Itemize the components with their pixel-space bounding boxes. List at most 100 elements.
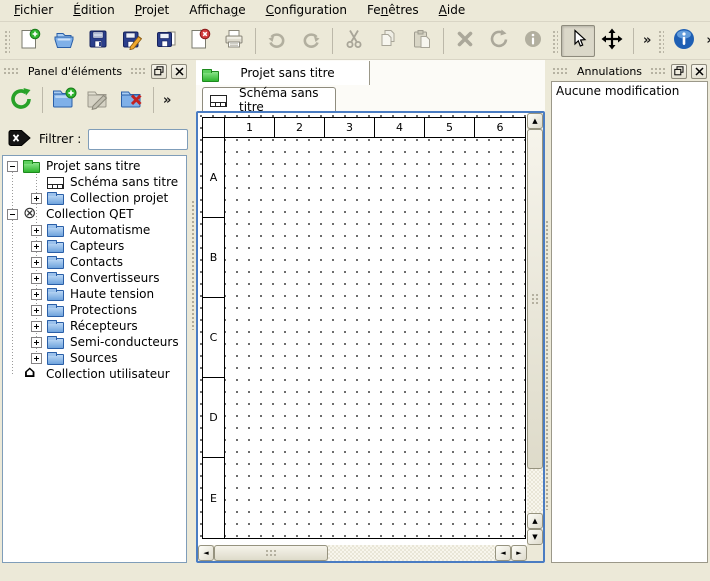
filter-input[interactable] bbox=[88, 129, 188, 150]
menu-item[interactable]: Fenêtres bbox=[357, 0, 429, 21]
dock-float-button[interactable] bbox=[671, 64, 687, 79]
toolbar-overflow-button[interactable]: » bbox=[638, 33, 656, 48]
tree-item[interactable]: Schéma sans titre bbox=[3, 174, 186, 190]
panel-toolbar-overflow-button[interactable]: » bbox=[158, 93, 176, 108]
clear-filter-button[interactable] bbox=[7, 129, 32, 150]
scroll-up-button[interactable]: ▲ bbox=[527, 513, 543, 529]
filter-label: Filtrer : bbox=[39, 132, 81, 146]
scroll-down-button[interactable]: ▼ bbox=[527, 529, 543, 545]
toolbar-drag-handle[interactable] bbox=[3, 29, 10, 53]
dock-drag-texture[interactable] bbox=[552, 67, 569, 75]
undo-list-item[interactable]: Aucune modification bbox=[552, 82, 707, 100]
left-splitter[interactable] bbox=[189, 60, 196, 563]
toolbar-separator bbox=[255, 28, 256, 54]
menu-item[interactable]: Projet bbox=[125, 0, 179, 21]
toolbar-drag-handle[interactable] bbox=[657, 29, 664, 53]
reload-collections-button[interactable] bbox=[4, 83, 38, 117]
dock-close-button[interactable] bbox=[171, 64, 187, 79]
tree-item[interactable]: Collection utilisateur bbox=[3, 366, 186, 382]
redo-button[interactable] bbox=[294, 25, 328, 57]
scroll-left-button[interactable]: ◄ bbox=[198, 545, 214, 561]
scroll-up-button[interactable]: ▲ bbox=[527, 113, 543, 129]
dock-drag-texture[interactable] bbox=[130, 67, 147, 75]
save-as-button[interactable] bbox=[115, 25, 149, 57]
tree-expand-toggle[interactable] bbox=[31, 241, 42, 252]
dock-float-button[interactable] bbox=[151, 64, 167, 79]
copy-icon bbox=[377, 28, 399, 53]
vertical-scrollbar[interactable]: ▲ ▲ ▼ bbox=[527, 113, 543, 545]
scroll-left-button[interactable]: ◄ bbox=[495, 545, 511, 561]
tree-expand-toggle[interactable] bbox=[31, 337, 42, 348]
tree-expand-toggle[interactable] bbox=[31, 193, 42, 204]
tree-item[interactable]: Projet sans titre bbox=[3, 158, 186, 174]
vertical-scroll-thumb[interactable] bbox=[527, 129, 543, 469]
tree-item[interactable]: Protections bbox=[3, 302, 186, 318]
menu-item[interactable]: Aide bbox=[429, 0, 476, 21]
tree-expand-toggle[interactable] bbox=[31, 225, 42, 236]
elements-panel-title: Panel d'éléments bbox=[24, 65, 126, 78]
tree-item[interactable]: Semi-conducteurs bbox=[3, 334, 186, 350]
redo-icon bbox=[300, 28, 322, 53]
rotate-button[interactable] bbox=[482, 25, 516, 57]
print-button[interactable] bbox=[217, 25, 251, 57]
horizontal-scroll-thumb[interactable] bbox=[214, 545, 328, 561]
undo-button[interactable] bbox=[260, 25, 294, 57]
toolbar-overflow-button[interactable]: » bbox=[701, 33, 710, 48]
save-icon bbox=[87, 28, 109, 53]
horizontal-scrollbar[interactable]: ◄ ◄ ► bbox=[198, 545, 527, 561]
close-document-button[interactable] bbox=[183, 25, 217, 57]
dock-close-button[interactable] bbox=[691, 64, 707, 79]
tree-item[interactable]: Convertisseurs bbox=[3, 270, 186, 286]
toolbar-drag-handle[interactable] bbox=[551, 29, 558, 53]
tree-expand-toggle[interactable] bbox=[31, 289, 42, 300]
tree-expand-toggle[interactable] bbox=[7, 161, 18, 172]
delete-button[interactable] bbox=[448, 25, 482, 57]
cut-button[interactable] bbox=[337, 25, 371, 57]
schema-icon bbox=[210, 95, 227, 107]
tree-item-label: Protections bbox=[70, 303, 137, 317]
tree-item[interactable]: Collection QET bbox=[3, 206, 186, 222]
select-pointer-button[interactable] bbox=[561, 25, 595, 57]
close-icon bbox=[695, 67, 704, 76]
edit-category-button[interactable] bbox=[81, 83, 115, 117]
tree-item-label: Projet sans titre bbox=[46, 159, 140, 173]
menu-item[interactable]: Édition bbox=[63, 0, 125, 21]
tree-item[interactable]: Automatisme bbox=[3, 222, 186, 238]
open-document-button[interactable] bbox=[47, 25, 81, 57]
new-document-button[interactable] bbox=[13, 25, 47, 57]
save-all-button[interactable] bbox=[149, 25, 183, 57]
paper-interior[interactable] bbox=[225, 138, 525, 538]
tree-item[interactable]: Contacts bbox=[3, 254, 186, 270]
tree-expand-toggle[interactable] bbox=[31, 321, 42, 332]
cut-icon bbox=[343, 28, 365, 53]
dock-drag-texture[interactable] bbox=[3, 67, 20, 75]
print-icon bbox=[223, 28, 245, 53]
about-info-button[interactable] bbox=[667, 25, 701, 57]
save-button[interactable] bbox=[81, 25, 115, 57]
paste-button[interactable] bbox=[405, 25, 439, 57]
menu-item[interactable]: Fichier bbox=[4, 0, 63, 21]
undo-list[interactable]: Aucune modification bbox=[551, 81, 708, 563]
tree-item[interactable]: Haute tension bbox=[3, 286, 186, 302]
menu-item[interactable]: Configuration bbox=[256, 0, 357, 21]
dock-drag-texture[interactable] bbox=[650, 67, 667, 75]
tree-expand-toggle[interactable] bbox=[31, 273, 42, 284]
menu-item[interactable]: Affichage bbox=[179, 0, 255, 21]
move-tool-button[interactable] bbox=[595, 25, 629, 57]
schema-tab[interactable]: Schéma sans titre bbox=[202, 87, 336, 111]
tree-item-label: Contacts bbox=[70, 255, 123, 269]
copy-button[interactable] bbox=[371, 25, 405, 57]
delete-category-button[interactable] bbox=[115, 83, 149, 117]
tree-item-icon bbox=[23, 368, 40, 380]
tree-item[interactable]: Récepteurs bbox=[3, 318, 186, 334]
info-circle-button[interactable] bbox=[516, 25, 550, 57]
tree-expand-toggle[interactable] bbox=[7, 209, 18, 220]
tree-expand-toggle[interactable] bbox=[31, 257, 42, 268]
diagram-scene[interactable]: 123456 ABCDE bbox=[198, 113, 527, 545]
new-category-button[interactable] bbox=[47, 83, 81, 117]
filter-row: Filtrer : bbox=[0, 126, 190, 152]
tree-item[interactable]: Capteurs bbox=[3, 238, 186, 254]
project-tab[interactable]: Projet sans titre bbox=[196, 61, 370, 85]
scroll-right-button[interactable]: ► bbox=[511, 545, 527, 561]
tree-expand-toggle[interactable] bbox=[31, 305, 42, 316]
